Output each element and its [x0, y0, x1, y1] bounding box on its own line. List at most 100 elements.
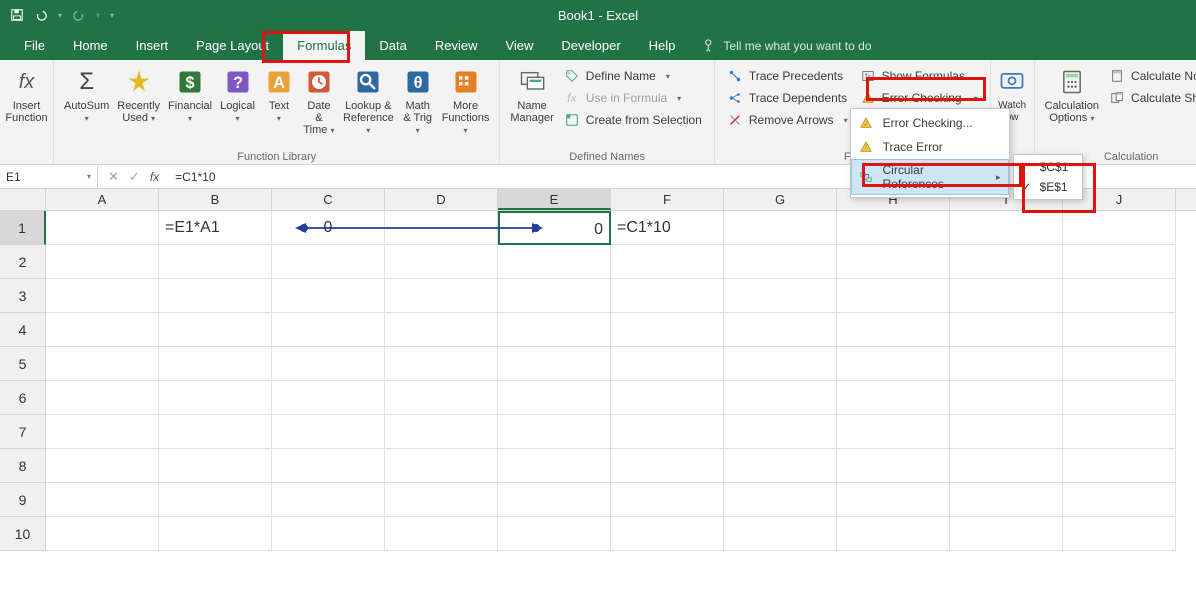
calculate-sheet-button[interactable]: Calculate Sheet — [1107, 88, 1196, 108]
cell-h6[interactable] — [837, 381, 950, 415]
cell-j1[interactable] — [1063, 211, 1176, 245]
cell-f8[interactable] — [611, 449, 724, 483]
cell-h4[interactable] — [837, 313, 950, 347]
menu-circular-references[interactable]: Circular References▸ — [851, 159, 1009, 195]
recently-used-button[interactable]: Recently Used ▾ — [113, 64, 164, 139]
cell-d9[interactable] — [385, 483, 498, 517]
row-header-5[interactable]: 5 — [0, 347, 46, 381]
row-header-8[interactable]: 8 — [0, 449, 46, 483]
more-functions-button[interactable]: More Functions ▾ — [438, 64, 494, 139]
cell-a5[interactable] — [46, 347, 159, 381]
cell-g2[interactable] — [724, 245, 837, 279]
cell-f5[interactable] — [611, 347, 724, 381]
cell-b4[interactable] — [159, 313, 272, 347]
cell-d4[interactable] — [385, 313, 498, 347]
show-formulas-button[interactable]: fxShow Formulas — [858, 66, 980, 86]
cell-c8[interactable] — [272, 449, 385, 483]
cell-j10[interactable] — [1063, 517, 1176, 551]
math-trig-button[interactable]: θMath & Trig ▾ — [398, 64, 438, 139]
cell-b9[interactable] — [159, 483, 272, 517]
cell-a8[interactable] — [46, 449, 159, 483]
circular-ref-item-2[interactable]: ✓$E$1 — [1014, 177, 1082, 197]
use-in-formula-button[interactable]: fxUse in Formula ▾ — [562, 88, 704, 108]
cell-g1[interactable] — [724, 211, 837, 245]
row-header-1[interactable]: 1 — [0, 211, 46, 245]
lookup-reference-button[interactable]: Lookup & Reference ▾ — [339, 64, 398, 139]
cell-e1[interactable]: 0 — [498, 211, 611, 245]
row-header-3[interactable]: 3 — [0, 279, 46, 313]
tab-data[interactable]: Data — [365, 31, 420, 60]
cell-h2[interactable] — [837, 245, 950, 279]
fx-formula-icon[interactable]: fx — [150, 170, 159, 184]
text-button[interactable]: AText▾ — [259, 64, 299, 139]
cell-f1[interactable]: =C1*10 — [611, 211, 724, 245]
cell-a9[interactable] — [46, 483, 159, 517]
cell-c3[interactable] — [272, 279, 385, 313]
cell-h5[interactable] — [837, 347, 950, 381]
cell-i5[interactable] — [950, 347, 1063, 381]
cell-a3[interactable] — [46, 279, 159, 313]
trace-dependents-button[interactable]: Trace Dependents — [725, 88, 850, 108]
cell-d10[interactable] — [385, 517, 498, 551]
calculation-options-button[interactable]: Calculation Options ▾ — [1041, 64, 1103, 127]
redo-icon[interactable] — [72, 8, 86, 22]
cell-c4[interactable] — [272, 313, 385, 347]
cell-g6[interactable] — [724, 381, 837, 415]
financial-button[interactable]: $Financial▾ — [164, 64, 216, 139]
cell-g10[interactable] — [724, 517, 837, 551]
cell-j3[interactable] — [1063, 279, 1176, 313]
cell-i4[interactable] — [950, 313, 1063, 347]
calculate-now-button[interactable]: Calculate Now — [1107, 66, 1196, 86]
row-header-4[interactable]: 4 — [0, 313, 46, 347]
cell-e7[interactable] — [498, 415, 611, 449]
cell-a10[interactable] — [46, 517, 159, 551]
cell-d8[interactable] — [385, 449, 498, 483]
enter-formula-icon[interactable]: ✓ — [129, 169, 140, 185]
cell-i7[interactable] — [950, 415, 1063, 449]
name-box[interactable]: E1▾ — [0, 165, 98, 188]
cell-b3[interactable] — [159, 279, 272, 313]
cell-i2[interactable] — [950, 245, 1063, 279]
tab-view[interactable]: View — [491, 31, 547, 60]
cell-i6[interactable] — [950, 381, 1063, 415]
cell-g4[interactable] — [724, 313, 837, 347]
cell-c9[interactable] — [272, 483, 385, 517]
cell-b2[interactable] — [159, 245, 272, 279]
cell-f10[interactable] — [611, 517, 724, 551]
name-box-dropdown-icon[interactable]: ▾ — [87, 172, 91, 181]
cell-c2[interactable] — [272, 245, 385, 279]
cell-h3[interactable] — [837, 279, 950, 313]
cell-a4[interactable] — [46, 313, 159, 347]
menu-error-checking[interactable]: ✓Error Checking... — [851, 111, 1009, 135]
cell-h1[interactable] — [837, 211, 950, 245]
cell-b1[interactable]: =E1*A1 — [159, 211, 272, 245]
cell-d2[interactable] — [385, 245, 498, 279]
tab-page-layout[interactable]: Page Layout — [182, 31, 283, 60]
cell-i1[interactable] — [950, 211, 1063, 245]
cell-f6[interactable] — [611, 381, 724, 415]
cell-i10[interactable] — [950, 517, 1063, 551]
save-icon[interactable] — [10, 8, 24, 22]
tab-developer[interactable]: Developer — [547, 31, 634, 60]
cell-c6[interactable] — [272, 381, 385, 415]
cell-b6[interactable] — [159, 381, 272, 415]
cell-j6[interactable] — [1063, 381, 1176, 415]
col-header-e[interactable]: E — [498, 189, 611, 210]
cell-f4[interactable] — [611, 313, 724, 347]
cell-d7[interactable] — [385, 415, 498, 449]
cancel-formula-icon[interactable]: ✕ — [108, 169, 119, 185]
cell-e5[interactable] — [498, 347, 611, 381]
error-checking-button[interactable]: ✓Error Checking ▾ — [858, 88, 980, 108]
cell-e8[interactable] — [498, 449, 611, 483]
cell-j7[interactable] — [1063, 415, 1176, 449]
tab-insert[interactable]: Insert — [122, 31, 183, 60]
qat-customize-icon[interactable]: ▾ — [110, 11, 114, 20]
date-time-button[interactable]: Date & Time ▾ — [299, 64, 339, 139]
cell-f9[interactable] — [611, 483, 724, 517]
tab-formulas[interactable]: Formulas — [283, 31, 365, 60]
undo-dropdown-icon[interactable]: ▾ — [58, 11, 62, 20]
cell-d5[interactable] — [385, 347, 498, 381]
cell-f7[interactable] — [611, 415, 724, 449]
col-header-c[interactable]: C — [272, 189, 385, 210]
cell-b10[interactable] — [159, 517, 272, 551]
